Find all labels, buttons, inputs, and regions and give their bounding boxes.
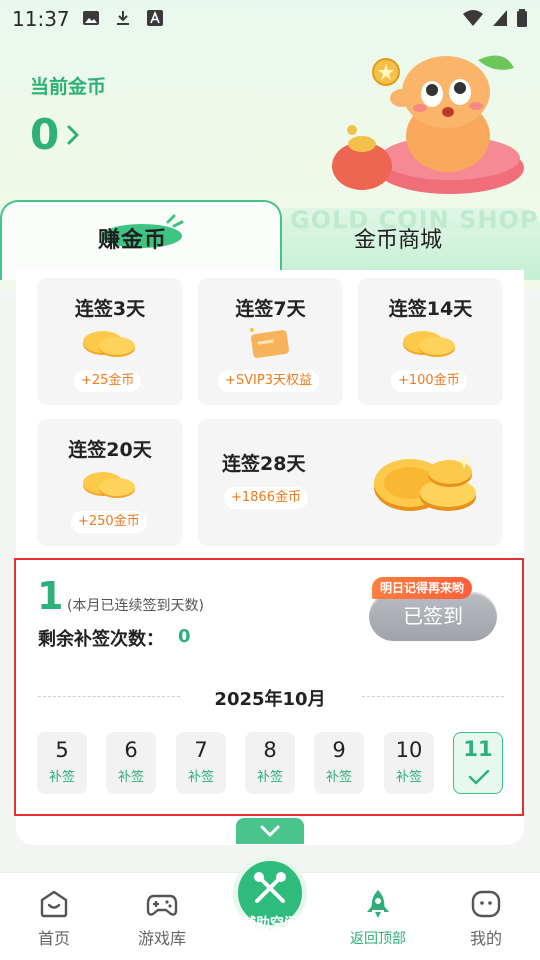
calendar-month: 2025年10月	[214, 689, 326, 710]
nav-back-to-top-label: 返回顶部	[350, 931, 406, 947]
reward-card-28-days: 连签28天 +1866金币	[198, 419, 503, 546]
reminder-tag: 明日记得再来哟	[372, 577, 473, 599]
streak-description: (本月已连续签到天数)	[67, 598, 204, 614]
reward-badge: +250金币	[71, 511, 147, 533]
nav-home-label: 首页	[37, 929, 70, 948]
nav-home[interactable]: 首页	[14, 880, 94, 950]
day-number: 7	[194, 738, 208, 762]
day-number: 8	[263, 738, 277, 762]
download-icon	[117, 11, 129, 25]
coin-value[interactable]: 0	[30, 110, 59, 160]
coin-label: 当前金币	[30, 76, 107, 98]
makeup-tag: 补签	[48, 770, 75, 785]
makeup-tag: 补签	[325, 770, 352, 785]
signed-in-button[interactable]: 已签到	[369, 592, 497, 641]
divider-right	[362, 696, 504, 697]
remaining-makeup-value: 0	[178, 626, 191, 647]
coins-icon	[403, 331, 455, 357]
rocket-icon	[367, 890, 389, 918]
nav-games-label: 游戏库	[137, 929, 186, 948]
expand-button[interactable]	[236, 818, 304, 844]
chevron-right-icon[interactable]	[66, 124, 80, 146]
nav-mine-label: 我的	[469, 929, 502, 948]
assist-space-label[interactable]: 辅助空间	[234, 913, 306, 933]
checkmark-icon	[468, 769, 490, 785]
nav-games[interactable]: 游戏库	[122, 880, 202, 950]
reward-badge: +25金币	[74, 370, 142, 392]
day-cell-today[interactable]: 11	[453, 732, 503, 794]
reward-title: 连签7天	[235, 298, 306, 320]
makeup-tag: 补签	[117, 770, 144, 785]
signal-icon	[493, 10, 507, 26]
day-number: 5	[55, 738, 69, 762]
image-icon	[83, 11, 99, 25]
reward-badge: +100金币	[391, 370, 467, 392]
reward-card-7-days: 连签7天 +SVIP3天权益	[198, 278, 343, 405]
reward-badge: +SVIP3天权益	[218, 370, 319, 392]
reward-title: 连签28天	[222, 453, 306, 475]
coins-icon	[83, 472, 135, 498]
tools-icon	[254, 872, 286, 903]
day-cell[interactable]: 6 补签	[106, 732, 156, 794]
font-icon	[147, 10, 163, 26]
nav-back-to-top[interactable]: 返回顶部	[338, 880, 418, 950]
reward-badge: +1866金币	[224, 487, 308, 509]
battery-icon	[517, 9, 527, 27]
streak-days-count: 1	[37, 574, 64, 618]
reward-title: 连签14天	[388, 298, 473, 320]
chevron-down-icon	[260, 825, 280, 837]
coin-pile-icon	[374, 453, 476, 511]
tab-coin-shop-label[interactable]: 金币商城	[354, 222, 442, 254]
status-time: 11:37	[12, 7, 70, 31]
reward-card-14-days: 连签14天 +100金币	[358, 278, 503, 405]
makeup-tag: 补签	[187, 770, 214, 785]
vip-card-icon	[250, 328, 289, 358]
profile-icon	[471, 890, 501, 918]
day-cell[interactable]: 5 补签	[37, 732, 87, 794]
day-number: 10	[395, 738, 423, 762]
coins-icon	[83, 331, 135, 357]
day-cell[interactable]: 9 补签	[314, 732, 364, 794]
nav-mine[interactable]: 我的	[446, 880, 526, 950]
day-cell[interactable]: 8 补签	[245, 732, 295, 794]
day-number: 9	[332, 738, 346, 762]
reward-card-20-days: 连签20天 +250金币	[37, 419, 183, 546]
remaining-makeup-label: 剩余补签次数：	[38, 629, 164, 650]
tab-earn-coins-label[interactable]: 赚金币	[98, 222, 167, 254]
day-cell[interactable]: 10 补签	[384, 732, 434, 794]
reward-title: 连签3天	[74, 298, 146, 320]
day-number: 11	[463, 737, 493, 761]
reward-title: 连签20天	[68, 439, 152, 461]
status-bar: 11:37	[0, 0, 540, 36]
wifi-icon	[463, 10, 483, 26]
day-number: 6	[124, 738, 138, 762]
reward-card-3-days: 连签3天 +25金币	[37, 278, 183, 405]
makeup-tag: 补签	[256, 770, 283, 785]
mascot-illustration	[332, 55, 524, 194]
home-icon	[40, 890, 68, 918]
gamepad-icon	[146, 894, 178, 916]
makeup-tag: 补签	[395, 770, 422, 785]
day-cell[interactable]: 7 补签	[176, 732, 226, 794]
